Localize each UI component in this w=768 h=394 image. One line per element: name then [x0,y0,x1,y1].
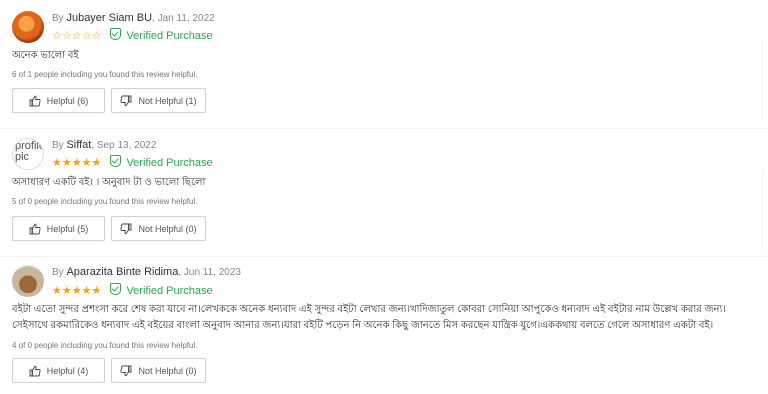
helpful-button[interactable]: Helpful (5) [12,216,105,241]
review-date: , Sep 13, 2022 [91,140,157,151]
avatar [12,11,44,43]
helpful-label: Helpful (4) [46,365,89,376]
thumbs-down-icon [120,95,132,106]
divider [0,256,768,257]
star-icon: ☆ [81,30,92,42]
star-icon: ★ [81,285,92,297]
helpful-button[interactable]: Helpful (4) [12,358,105,383]
not-helpful-button[interactable]: Not Helpful (0) [111,216,206,241]
not-helpful-label: Not Helpful (0) [138,365,197,376]
not-helpful-label: Not Helpful (1) [138,95,197,106]
rating-row: ☆☆☆☆☆ Verified Purchase [52,28,213,42]
review-text: বইটা এতো সুন্দর প্রশংসা করে শেষ করা যাবে… [12,304,726,331]
review-date: , Jun 11, 2023 [178,267,241,278]
rating-row: ★★★★★ Verified Purchase [52,155,213,169]
avatar: profile pic [12,138,44,170]
helpful-note: 6 of 1 people including you found this r… [12,70,198,79]
star-icon: ★ [91,285,102,297]
verified-label: Verified Purchase [126,30,213,42]
review-header: By Aparazita Binte Ridima, Jun 11, 2023 [52,266,241,278]
star-icon: ★ [61,285,72,297]
verified-badge: Verified Purchase [110,283,213,297]
review-text: অনেক ভালো বই [12,50,79,61]
star-icon: ★ [71,157,82,169]
star-icon: ☆ [71,30,82,42]
review-text: অসাধারণ একটি বই। । অনুবাদ টা ও ভালো ছিলো [12,177,206,188]
verified-shield-icon [110,28,122,40]
helpful-note: 5 of 0 people including you found this r… [12,197,198,206]
review-header: By Jubayer Siam BU, Jan 11, 2022 [52,12,215,24]
divider [0,128,768,129]
helpful-note: 4 of 0 people including you found this r… [12,341,198,350]
star-icon: ☆ [91,30,102,42]
thumbs-up-icon [29,365,41,376]
not-helpful-button[interactable]: Not Helpful (0) [111,358,206,383]
thumbs-up-icon [29,223,41,234]
star-icon: ★ [91,157,102,169]
star-icon: ☆ [52,30,62,42]
review-date: , Jan 11, 2022 [152,13,215,24]
star-icon: ★ [61,157,72,169]
avatar [12,265,44,297]
reviewer-name[interactable]: Siffat [66,139,91,151]
thumbs-down-icon [120,365,132,376]
verified-badge: Verified Purchase [110,155,213,169]
verified-label: Verified Purchase [126,285,213,297]
star-icon: ★ [52,285,62,297]
not-helpful-button[interactable]: Not Helpful (1) [111,88,206,113]
thumbs-up-icon [29,95,41,106]
by-label: By [52,140,67,151]
verified-label: Verified Purchase [126,157,213,169]
reviewer-name[interactable]: Aparazita Binte Ridima [66,266,178,278]
by-label: By [52,267,67,278]
thumbs-down-icon [120,223,132,234]
star-icon: ★ [71,285,82,297]
not-helpful-label: Not Helpful (0) [138,223,197,234]
star-icon: ★ [81,157,92,169]
by-label: By [52,13,67,24]
star-icon: ★ [52,157,62,169]
helpful-label: Helpful (5) [46,223,89,234]
reviewer-name[interactable]: Jubayer Siam BU [66,12,152,24]
review-header: By Siffat, Sep 13, 2022 [52,139,156,151]
helpful-label: Helpful (6) [46,95,89,106]
rating-row: ★★★★★ Verified Purchase [52,283,213,297]
verified-shield-icon [110,155,122,167]
verified-shield-icon [110,283,122,295]
star-icon: ☆ [61,30,72,42]
helpful-button[interactable]: Helpful (6) [12,88,105,113]
verified-badge: Verified Purchase [110,28,213,42]
